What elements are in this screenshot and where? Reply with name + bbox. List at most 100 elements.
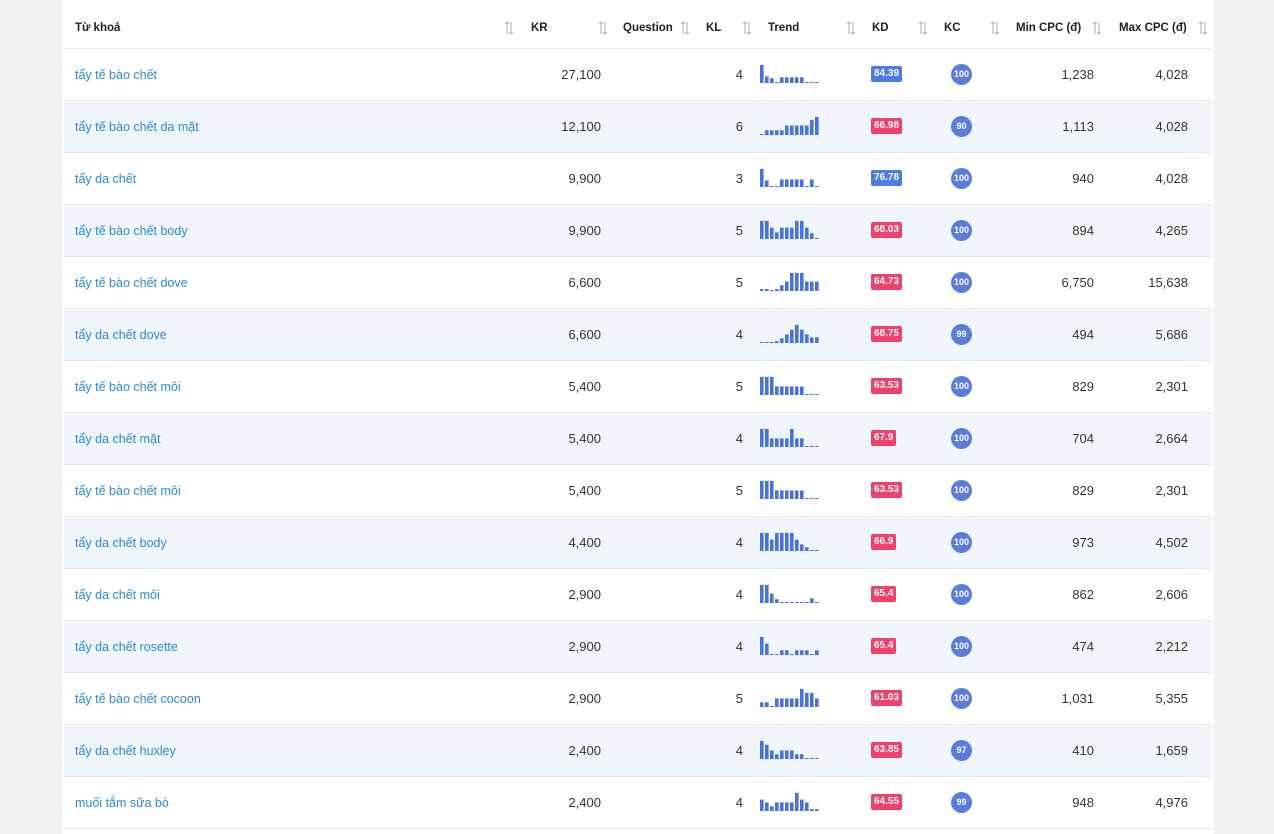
- trend-bar: [775, 289, 779, 291]
- trend-bar: [760, 134, 764, 135]
- trend-bar: [800, 272, 804, 291]
- min-cpc-value: 829: [1072, 379, 1094, 394]
- keyword-link[interactable]: tẩy tế bào chết da mặt: [64, 120, 199, 134]
- trend-bar: [800, 125, 804, 135]
- trend-bar: [795, 438, 799, 447]
- keyword-link[interactable]: tẩy da chết môi: [64, 588, 160, 602]
- trend-cell: [760, 724, 864, 777]
- keyword-link[interactable]: tẩy tế bào chết: [64, 68, 157, 82]
- max-cpc-value: 5,355: [1155, 691, 1188, 706]
- kd-cell: 66.9: [864, 516, 936, 569]
- trend-cell: [760, 256, 864, 309]
- keyword-link[interactable]: tẩy da chết rosette: [64, 640, 178, 654]
- trend-bar: [810, 654, 814, 655]
- trend-bar: [760, 480, 764, 499]
- sort-icon[interactable]: [504, 20, 514, 36]
- sort-icon[interactable]: [1198, 20, 1208, 36]
- sort-icon[interactable]: [742, 20, 752, 36]
- kd-badge: 67.9: [871, 430, 897, 446]
- max-cpc-cell: 4,028: [1112, 100, 1212, 153]
- kr-value: 5,400: [568, 483, 601, 498]
- trend-sparkline: [760, 168, 819, 187]
- table-row: tẩy tế bào chết dove 6,600 5 64.73 100 6…: [64, 256, 1212, 309]
- sort-icon[interactable]: [598, 20, 608, 36]
- keyword-link[interactable]: tẩy tế bào chết dove: [64, 276, 188, 290]
- trend-bar: [785, 750, 789, 759]
- trend-bar: [815, 82, 819, 83]
- max-cpc-value: 2,606: [1155, 587, 1188, 602]
- max-cpc-cell: 2,301: [1112, 360, 1212, 413]
- question-cell: [614, 256, 698, 309]
- keyword-link[interactable]: tẩy da chết dove: [64, 328, 167, 342]
- trend-bar: [805, 802, 809, 811]
- kl-cell: 4: [698, 516, 760, 569]
- trend-bar: [805, 498, 809, 499]
- keyword-link[interactable]: tẩy tế bào chết môi: [64, 484, 181, 498]
- sort-icon[interactable]: [1092, 20, 1102, 36]
- kd-cell: 68.03: [864, 204, 936, 257]
- keyword-cell: tẩy da chết huxley: [64, 724, 520, 777]
- sort-icon[interactable]: [846, 20, 856, 36]
- keyword-link[interactable]: tẩy da chết mặt: [64, 432, 160, 446]
- min-cpc-value: 1,113: [1062, 119, 1094, 134]
- header-trend-label: Trend: [768, 22, 800, 34]
- keyword-link[interactable]: tẩy tế bào chết cocoon: [64, 692, 201, 706]
- trend-sparkline: [760, 480, 819, 499]
- trend-bar: [800, 799, 804, 811]
- header-kd[interactable]: KD: [864, 0, 936, 49]
- trend-bar: [810, 233, 814, 239]
- trend-bar: [770, 227, 774, 239]
- header-min-cpc[interactable]: Min CPC (đ): [1008, 0, 1112, 49]
- keyword-link[interactable]: tẩy tế bào chết body: [64, 224, 188, 238]
- kc-badge: 100: [951, 428, 972, 449]
- trend-bar: [815, 116, 819, 135]
- header-kl[interactable]: KL: [698, 0, 760, 49]
- trend-bar: [805, 758, 809, 759]
- keyword-link[interactable]: tẩy da chết: [64, 172, 136, 186]
- sort-icon[interactable]: [680, 20, 690, 36]
- header-kc[interactable]: KC: [936, 0, 1008, 49]
- keyword-cell: tẩy da chết rosette: [64, 620, 520, 673]
- trend-bar: [775, 130, 779, 136]
- trend-cell: [760, 308, 864, 361]
- table-row: tẩy da chết môi 2,900 4 65.4 100 862 2,6…: [64, 568, 1212, 621]
- trend-sparkline: [760, 636, 819, 656]
- trend-bar: [775, 186, 779, 187]
- header-kc-label: KC: [944, 22, 961, 34]
- kl-cell: 4: [698, 412, 760, 465]
- header-kr[interactable]: KR: [520, 0, 614, 49]
- kc-badge: 99: [951, 792, 972, 813]
- max-cpc-cell: 2,212: [1112, 620, 1212, 673]
- trend-bar: [810, 498, 814, 499]
- header-question[interactable]: Question: [614, 0, 698, 49]
- header-trend[interactable]: Trend: [760, 0, 864, 49]
- sort-icon[interactable]: [918, 20, 928, 36]
- kc-badge: 100: [951, 64, 972, 85]
- keyword-link[interactable]: tẩy da chết body: [64, 536, 167, 550]
- keyword-link[interactable]: tẩy da chết huxley: [64, 744, 176, 758]
- kc-badge: 100: [951, 168, 972, 189]
- trend-bar: [780, 285, 784, 291]
- trend-bar: [815, 550, 819, 551]
- kr-cell: 12,100: [520, 100, 614, 153]
- trend-bar: [785, 334, 789, 343]
- kl-cell: 4: [698, 568, 760, 621]
- kl-value: 4: [735, 535, 743, 550]
- trend-bar: [790, 125, 794, 135]
- kl-cell: 5: [698, 204, 760, 257]
- kd-cell: 64.55: [864, 776, 936, 829]
- keyword-cell: tẩy tế bào chết cocoon: [64, 672, 520, 725]
- kl-value: 3: [735, 171, 743, 186]
- trend-bar: [775, 341, 779, 343]
- trend-bar: [775, 386, 779, 395]
- sort-icon[interactable]: [990, 20, 1000, 36]
- keyword-link[interactable]: tẩy tế bào chết môi: [64, 380, 181, 394]
- trend-bar: [815, 446, 819, 447]
- trend-cell: [760, 776, 864, 829]
- header-max-cpc[interactable]: Max CPC (đ): [1112, 0, 1212, 49]
- kd-badge: 64.73: [871, 274, 903, 290]
- header-keyword[interactable]: Từ khoá: [64, 0, 520, 49]
- kl-cell: 4: [698, 724, 760, 777]
- trend-bar: [785, 650, 789, 656]
- keyword-link[interactable]: muối tắm sữa bò: [64, 796, 169, 810]
